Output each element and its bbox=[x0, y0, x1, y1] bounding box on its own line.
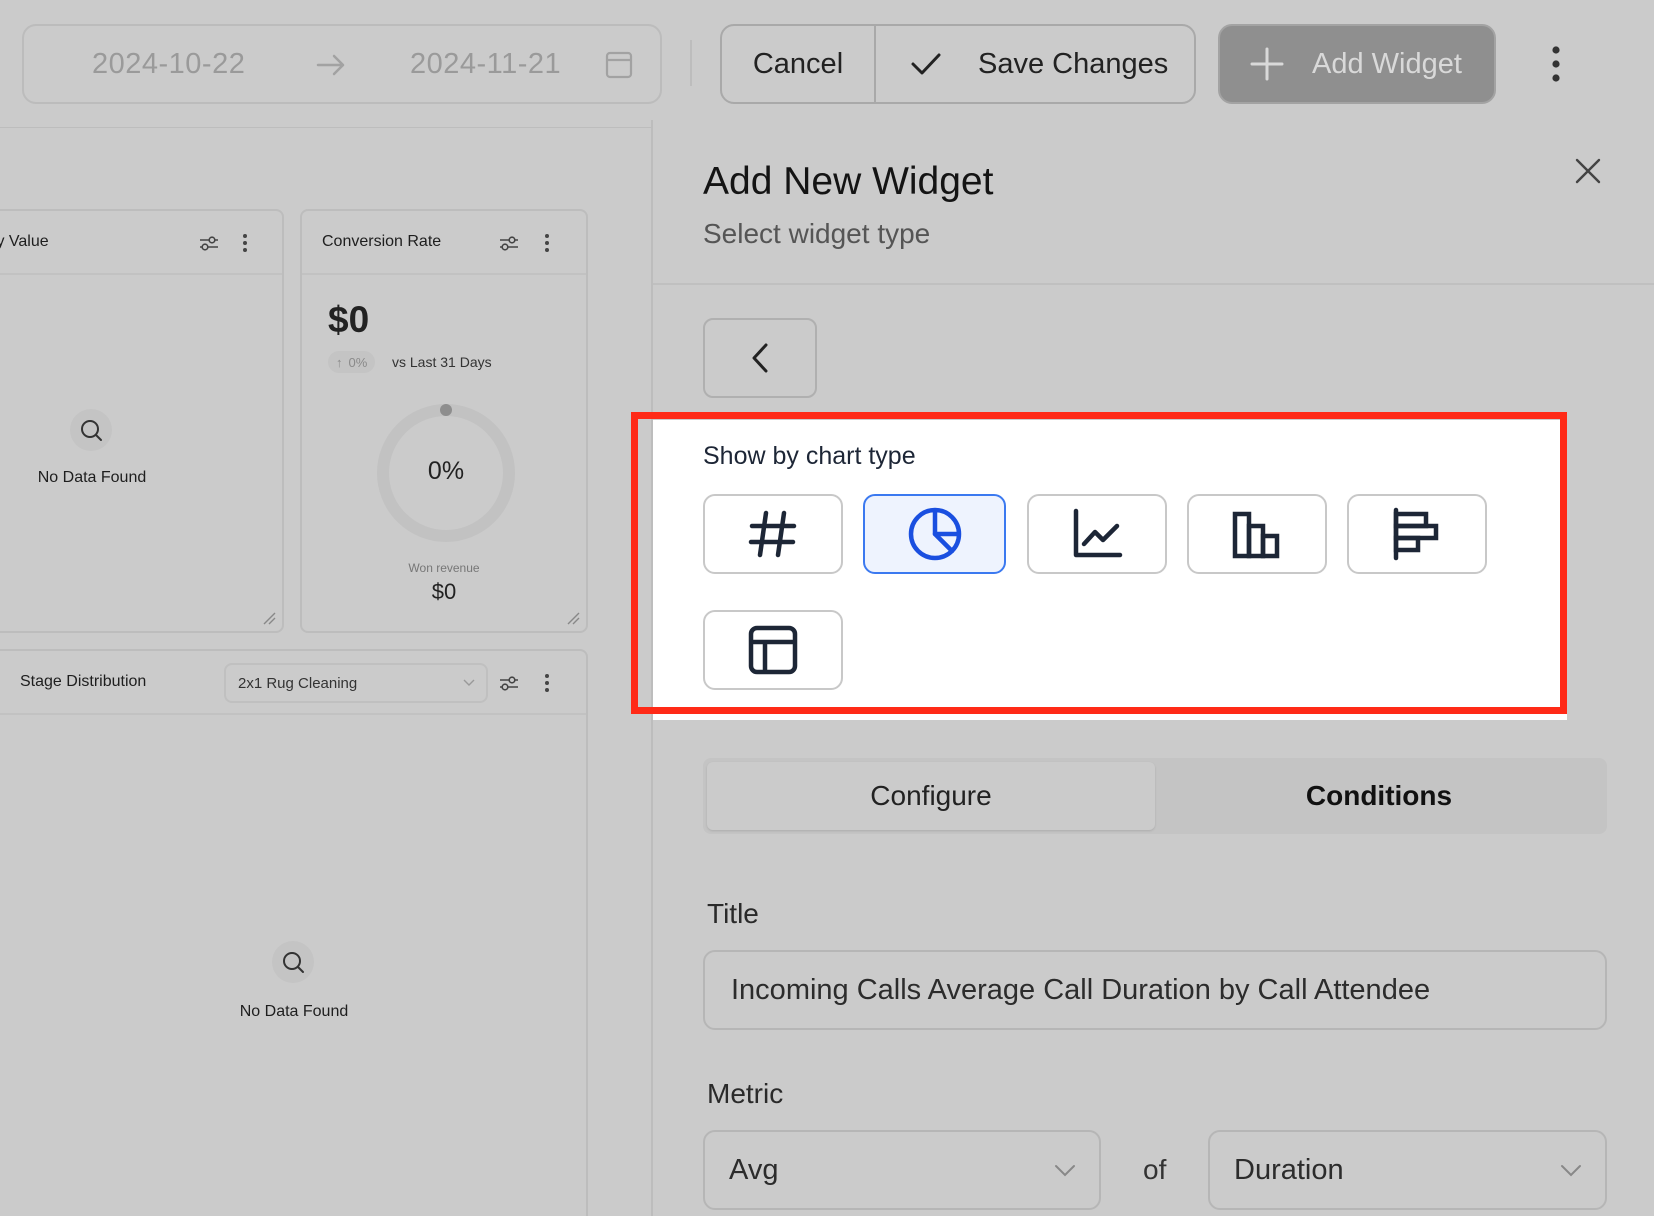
pipeline-select[interactable]: 2x1 Rug Cleaning bbox=[224, 663, 488, 703]
add-widget-drawer: Add New Widget Select widget type Show b… bbox=[631, 120, 1654, 1216]
chart-type-panel: Show by chart type bbox=[631, 412, 1567, 720]
pipeline-select-value: 2x1 Rug Cleaning bbox=[238, 675, 358, 692]
chart-type-number-button[interactable] bbox=[703, 494, 843, 574]
metric-aggregation-select[interactable]: Avg bbox=[703, 1130, 1101, 1210]
toolbar-divider bbox=[690, 40, 692, 86]
chart-type-pie-button[interactable] bbox=[863, 494, 1006, 574]
chevron-down-icon bbox=[1561, 1165, 1581, 1177]
table-icon bbox=[748, 625, 798, 675]
donut-center-value: 0% bbox=[427, 457, 465, 485]
tab-configure[interactable]: Configure bbox=[707, 762, 1155, 830]
chevron-left-icon bbox=[752, 343, 768, 373]
line-chart-icon bbox=[1073, 508, 1123, 558]
metric-field-select[interactable]: Duration bbox=[1208, 1130, 1607, 1210]
resize-handle-icon[interactable] bbox=[262, 611, 276, 625]
add-widget-label: Add Widget bbox=[1312, 47, 1462, 80]
chart-type-horizontal-bar-button[interactable] bbox=[1347, 494, 1487, 574]
plus-icon bbox=[1250, 47, 1284, 81]
widget-card-header: Conversion Rate bbox=[302, 211, 586, 275]
add-widget-button[interactable]: Add Widget bbox=[1218, 24, 1496, 104]
arrow-right-icon bbox=[316, 54, 345, 76]
close-icon[interactable] bbox=[1573, 156, 1603, 186]
won-revenue-label: Won revenue bbox=[408, 561, 480, 575]
metric-of-label: of bbox=[1143, 1154, 1167, 1185]
chart-type-bar-button[interactable] bbox=[1187, 494, 1327, 574]
calendar-icon[interactable] bbox=[604, 48, 634, 80]
bar-chart-icon bbox=[1232, 511, 1280, 559]
search-icon bbox=[272, 941, 314, 983]
metric-field-label: Metric bbox=[707, 1078, 784, 1109]
widget-menu-icon[interactable] bbox=[542, 233, 552, 253]
drawer-subtitle: Select widget type bbox=[703, 218, 931, 249]
chevron-down-icon bbox=[463, 679, 475, 686]
resize-handle-icon[interactable] bbox=[566, 611, 580, 625]
date-range-end[interactable]: 2024-11-21 bbox=[410, 48, 561, 81]
more-options-icon[interactable] bbox=[1546, 44, 1566, 84]
save-changes-button[interactable]: Save Changes bbox=[876, 26, 1194, 102]
widget-card-conversion-rate[interactable]: Conversion Rate $0 ↑ 0% vs Last 31 Days … bbox=[300, 209, 588, 633]
widget-card-value[interactable]: ty Value No Data Found bbox=[0, 209, 284, 633]
tab-conditions[interactable]: Conditions bbox=[1155, 762, 1603, 830]
conversion-value: $0 bbox=[328, 299, 370, 340]
won-revenue-value: $0 bbox=[431, 579, 457, 604]
pie-chart-icon bbox=[908, 507, 961, 561]
checkmark-icon bbox=[911, 53, 941, 75]
hash-icon bbox=[748, 510, 797, 558]
title-field-label: Title bbox=[707, 898, 759, 929]
metric-aggregation-value: Avg bbox=[729, 1153, 779, 1186]
filter-settings-icon[interactable] bbox=[498, 673, 520, 693]
metric-field-value: Duration bbox=[1234, 1153, 1344, 1186]
chart-type-line-button[interactable] bbox=[1027, 494, 1167, 574]
date-range-picker[interactable]: 2024-10-22 2024-11-21 bbox=[22, 24, 662, 104]
widget-menu-icon[interactable] bbox=[240, 233, 250, 253]
chart-type-table-button[interactable] bbox=[703, 610, 843, 690]
cancel-button[interactable]: Cancel bbox=[722, 26, 876, 102]
search-icon bbox=[70, 409, 112, 451]
widget-config-tabs: Configure Conditions bbox=[703, 758, 1607, 834]
widget-card-title: Stage Distribution bbox=[20, 673, 147, 690]
horizontal-bar-chart-icon bbox=[1393, 507, 1439, 561]
widget-title-input[interactable]: Incoming Calls Average Call Duration by … bbox=[703, 950, 1607, 1030]
date-range-start[interactable]: 2024-10-22 bbox=[92, 48, 245, 81]
widget-menu-icon[interactable] bbox=[542, 673, 552, 693]
filter-settings-icon[interactable] bbox=[498, 233, 520, 253]
filter-settings-icon[interactable] bbox=[198, 233, 220, 253]
dashboard-canvas: ty Value No Data Found Conversion Rate $… bbox=[0, 129, 650, 1216]
drawer-header: Add New Widget Select widget type bbox=[653, 120, 1654, 285]
back-button[interactable] bbox=[703, 318, 817, 398]
widget-card-header: ty Value bbox=[0, 211, 282, 275]
no-data-message: No Data Found bbox=[37, 469, 147, 486]
delta-badge: ↑ 0% bbox=[328, 351, 376, 373]
drawer-title: Add New Widget bbox=[703, 160, 994, 203]
chevron-down-icon bbox=[1055, 1165, 1075, 1177]
widget-card-header: Stage Distribution 2x1 Rug Cleaning bbox=[0, 651, 586, 715]
widget-card-title: ty Value bbox=[0, 233, 49, 250]
chart-type-label: Show by chart type bbox=[703, 442, 916, 470]
widget-card-title: Conversion Rate bbox=[322, 233, 442, 250]
no-data-message: No Data Found bbox=[239, 1003, 349, 1020]
save-changes-label: Save Changes bbox=[978, 47, 1169, 80]
comparison-label: vs Last 31 Days bbox=[392, 354, 492, 370]
delta-value: 0% bbox=[348, 354, 368, 370]
arrow-up-icon: ↑ bbox=[336, 354, 343, 370]
edit-actions-group: Cancel Save Changes bbox=[720, 24, 1196, 104]
top-toolbar: 2024-10-22 2024-11-21 Cancel Save Change… bbox=[0, 0, 1654, 128]
widget-card-stage-distribution[interactable]: Stage Distribution 2x1 Rug Cleaning No D… bbox=[0, 649, 588, 1216]
